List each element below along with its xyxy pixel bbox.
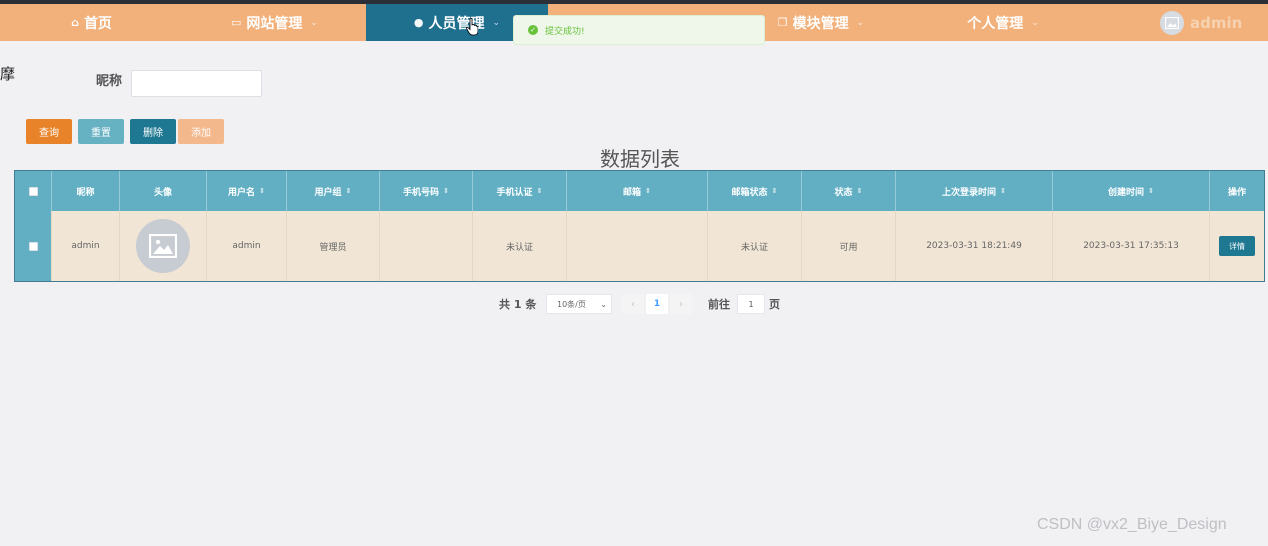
column-label: 邮箱状态: [731, 187, 768, 198]
column-header-sortable[interactable]: 手机号码 ⇕: [380, 171, 473, 211]
sort-icon[interactable]: ⇕: [443, 187, 449, 195]
column-header-sortable[interactable]: 上次登录时间 ⇕: [896, 171, 1053, 211]
avatar: [1160, 10, 1184, 35]
image-placeholder-icon: [1165, 16, 1179, 29]
column-label: 邮箱: [623, 187, 642, 198]
cell-nickname: admin: [52, 211, 120, 281]
query-button[interactable]: 查询: [26, 119, 72, 144]
data-table: 昵称 头像 用户名 ⇕ 用户组 ⇕ 手机号码 ⇕ 手机认证 ⇕ 邮箱 ⇕ 邮箱状态 ⇕ 状态…: [14, 170, 1265, 282]
column-header: 昵称: [52, 171, 120, 211]
nav-item-label: 个人管理: [967, 15, 1024, 32]
column-header-sortable[interactable]: 邮箱 ⇕: [567, 171, 708, 211]
table-header: 昵称 头像 用户名 ⇕ 用户组 ⇕ 手机号码 ⇕ 手机认证 ⇕ 邮箱 ⇕ 邮箱状态 ⇕ 状态…: [15, 171, 1264, 211]
edge-text: 摩: [0, 65, 16, 83]
nickname-search-input[interactable]: [131, 70, 262, 97]
table-title: 数据列表: [600, 147, 680, 171]
column-label: 创建时间: [1108, 187, 1145, 198]
cell-avatar: [120, 211, 207, 281]
user-menu[interactable]: admin: [1160, 4, 1242, 41]
nav-item-label: 模块管理: [792, 15, 849, 32]
cell-created: 2023-03-31 17:35:13: [1053, 211, 1210, 281]
sort-icon[interactable]: ⇕: [857, 187, 863, 195]
sort-icon[interactable]: ⇕: [1148, 187, 1154, 195]
page-suffix-label: 页: [769, 298, 780, 311]
nav-item-label: 网站管理: [246, 15, 303, 32]
row-checkbox[interactable]: [28, 241, 38, 251]
column-label: 用户名: [228, 187, 256, 198]
column-label: 手机号码: [403, 187, 440, 198]
prev-page-button[interactable]: ‹: [622, 294, 644, 314]
sort-icon[interactable]: ⇕: [537, 187, 543, 195]
table-row: admin admin 管理员 未认证 未认证 可用 2023-03-31 18…: [15, 211, 1264, 281]
sort-icon[interactable]: ⇕: [346, 187, 352, 195]
page-size-value: 10条/页: [557, 299, 586, 309]
pagination-total: 共 1 条: [499, 298, 537, 311]
column-label: 头像: [153, 187, 172, 198]
select-all-checkbox[interactable]: [28, 186, 38, 196]
delete-button[interactable]: 删除: [130, 119, 176, 144]
success-toast: ✓ 提交成功!: [513, 15, 765, 45]
chevron-down-icon: ⌄: [856, 17, 865, 28]
column-header-sortable[interactable]: 状态 ⇕: [802, 171, 896, 211]
column-header-sortable[interactable]: 用户组 ⇕: [287, 171, 380, 211]
avatar[interactable]: [136, 219, 190, 273]
mouse-cursor-icon: [466, 18, 478, 36]
column-header-sortable[interactable]: 用户名 ⇕: [207, 171, 287, 211]
chevron-left-icon: ‹: [631, 298, 635, 310]
detail-button[interactable]: 详情: [1219, 236, 1255, 256]
chevron-right-icon: ›: [679, 298, 683, 310]
user-icon: ●: [413, 16, 424, 29]
column-label: 上次登录时间: [942, 187, 997, 198]
next-page-button[interactable]: ›: [670, 294, 692, 314]
cell-username: admin: [207, 211, 287, 281]
chevron-down-icon: ⌄: [600, 299, 607, 309]
cell-email-status: 未认证: [708, 211, 802, 281]
chevron-down-icon: ⌄: [310, 17, 318, 28]
column-label: 操作: [1227, 187, 1246, 198]
cell-last-login: 2023-03-31 18:21:49: [896, 211, 1053, 281]
nav-item-home[interactable]: ⌂ 首页: [0, 4, 183, 41]
column-header-sortable[interactable]: 手机认证 ⇕: [473, 171, 567, 211]
goto-page-input[interactable]: 1: [737, 294, 765, 314]
toast-message: 提交成功!: [545, 26, 585, 37]
cell-email: [567, 211, 708, 281]
select-all-checkbox-cell[interactable]: [15, 171, 52, 211]
sort-icon[interactable]: ⇕: [1000, 187, 1006, 195]
sort-icon[interactable]: ⇕: [645, 187, 651, 195]
cell-action: 详情: [1210, 211, 1264, 281]
page-number[interactable]: 1: [646, 294, 668, 314]
column-label: 昵称: [76, 187, 95, 198]
column-header: 头像: [120, 171, 207, 211]
column-label: 手机认证: [496, 187, 533, 198]
image-placeholder-icon: [149, 234, 177, 258]
goto-label: 前往: [708, 298, 730, 311]
row-checkbox-cell[interactable]: [15, 211, 52, 281]
cell-phone: [380, 211, 473, 281]
chevron-down-icon: ⌄: [1031, 17, 1039, 28]
nav-item-website[interactable]: ▭ 网站管理 ⌄: [183, 4, 366, 41]
watermark: CSDN @vx2_Biye_Design: [1037, 516, 1227, 533]
nav-item-label: 首页: [83, 15, 112, 32]
cell-status: 可用: [802, 211, 896, 281]
column-header-sortable[interactable]: 邮箱状态 ⇕: [708, 171, 802, 211]
column-header: 操作: [1210, 171, 1264, 211]
sort-icon[interactable]: ⇕: [772, 187, 778, 195]
module-icon: ❐: [777, 16, 788, 29]
nav-item-personal[interactable]: 个人管理 ⌄: [912, 4, 1094, 41]
page-size-select[interactable]: 10条/页 ⌄: [546, 294, 612, 314]
add-button[interactable]: 添加: [178, 119, 224, 144]
sort-icon[interactable]: ⇕: [259, 187, 265, 195]
chevron-down-icon: ⌄: [492, 17, 501, 28]
cell-phone-verify: 未认证: [473, 211, 567, 281]
search-label: 昵称: [96, 74, 123, 89]
column-label: 状态: [834, 187, 853, 198]
reset-button[interactable]: 重置: [78, 119, 124, 144]
home-icon: ⌂: [71, 16, 79, 29]
user-name: admin: [1190, 13, 1243, 32]
monitor-icon: ▭: [231, 16, 242, 29]
cell-group: 管理员: [287, 211, 380, 281]
check-icon: ✓: [528, 25, 538, 35]
column-label: 用户组: [314, 187, 342, 198]
column-header-sortable[interactable]: 创建时间 ⇕: [1053, 171, 1210, 211]
